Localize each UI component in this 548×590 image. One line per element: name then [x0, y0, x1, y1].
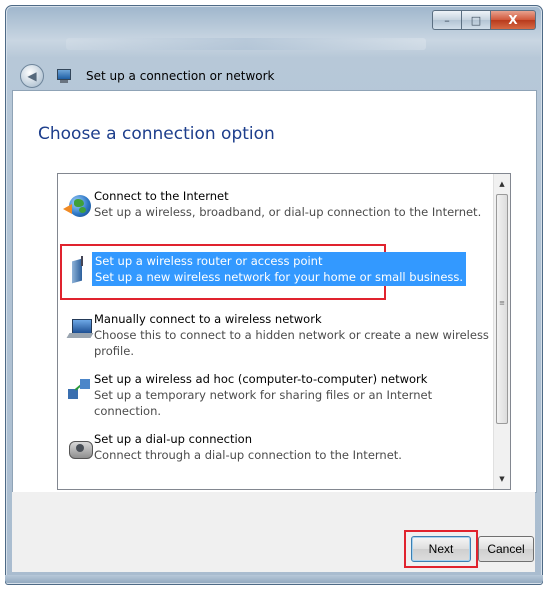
option-dialup[interactable]: Set up a dial-up connection Connect thro… [62, 429, 492, 471]
wizard-content: Choose a connection option Connect to th… [12, 90, 537, 493]
option-adhoc-network[interactable]: Set up a wireless ad hoc (computer-to-co… [62, 369, 492, 418]
network-wizard-icon [56, 68, 72, 84]
wizard-navbar: ◀ Set up a connection or network [20, 62, 274, 90]
wireless-laptop-icon [66, 315, 94, 343]
option-title: Set up a wireless ad hoc (computer-to-co… [94, 372, 428, 386]
minimize-button[interactable]: – [432, 10, 461, 30]
back-button[interactable]: ◀ [20, 64, 44, 88]
scroll-thumb[interactable]: ≡ [496, 194, 508, 424]
option-wireless-router[interactable]: Set up a wireless router or access point… [60, 244, 492, 300]
cancel-button[interactable]: Cancel [478, 536, 534, 562]
scroll-up-icon[interactable]: ▲ [494, 176, 510, 192]
caption-buttons: – □ X [432, 10, 536, 30]
window-bottom-border [5, 575, 543, 583]
option-title: Set up a wireless router or access point [95, 254, 323, 268]
maximize-icon: □ [470, 13, 482, 27]
close-icon: X [508, 13, 518, 27]
close-button[interactable]: X [490, 10, 536, 30]
maximize-button[interactable]: □ [461, 10, 490, 30]
connection-options-list[interactable]: Connect to the Internet Set up a wireles… [57, 173, 511, 490]
option-title: Connect to the Internet [94, 189, 229, 203]
option-description: Set up a temporary network for sharing f… [94, 388, 433, 418]
option-description: Connect through a dial-up connection to … [94, 448, 402, 462]
adhoc-network-icon [66, 375, 94, 403]
option-description: Set up a new wireless network for your h… [95, 270, 464, 284]
scroll-grip-icon: ≡ [499, 299, 505, 307]
wizard-button-bar: Next Cancel [12, 492, 535, 572]
page-heading: Choose a connection option [38, 124, 275, 144]
wireless-router-icon [66, 256, 94, 284]
list-scrollbar[interactable]: ▲ ≡ ▼ [493, 174, 510, 489]
scroll-down-icon[interactable]: ▼ [494, 471, 510, 487]
option-manual-wireless[interactable]: Manually connect to a wireless network C… [62, 309, 492, 358]
option-connect-internet[interactable]: Connect to the Internet Set up a wireles… [62, 186, 492, 228]
dialup-phone-icon [66, 435, 94, 463]
option-title: Set up a dial-up connection [94, 432, 252, 446]
globe-icon [63, 192, 94, 220]
next-button[interactable]: Next [411, 536, 471, 562]
titlebar-address-blur [66, 38, 426, 50]
option-title: Manually connect to a wireless network [94, 312, 322, 326]
option-description: Set up a wireless, broadband, or dial-up… [94, 205, 482, 219]
option-description: Choose this to connect to a hidden netwo… [94, 328, 489, 358]
window-title: Set up a connection or network [86, 69, 275, 83]
minimize-icon: – [444, 13, 450, 27]
back-arrow-icon: ◀ [27, 69, 37, 83]
